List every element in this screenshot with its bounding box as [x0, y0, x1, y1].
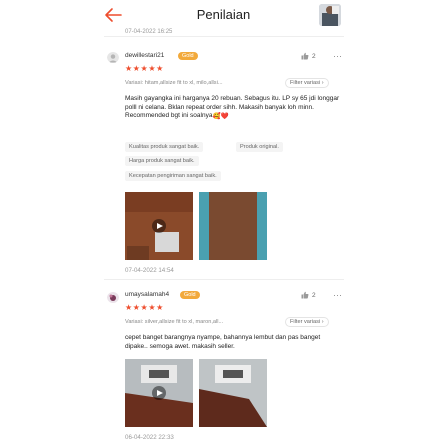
review-text-content: Masih gayangka ini harganya 20 rebuan. S… — [125, 95, 340, 120]
review-tag: Produk original. — [236, 142, 283, 152]
app-header: Penilaian — [0, 0, 447, 30]
more-options-icon[interactable]: ··· — [333, 52, 342, 61]
page-title: Penilaian — [196, 7, 251, 22]
avatar — [107, 291, 119, 303]
emoji: 🥰❤️ — [212, 113, 229, 121]
reviewer-username: dewillestari21 — [125, 52, 165, 59]
more-options-icon[interactable]: ··· — [333, 291, 342, 300]
divider — [104, 36, 344, 37]
star-rating: ★★★★★ — [125, 64, 164, 73]
previous-review-date: 07-04-2022 16:25 — [125, 29, 173, 35]
play-icon — [152, 386, 166, 400]
like-button[interactable]: 2 — [301, 291, 316, 299]
filter-variant-label: Filter variasi — [290, 319, 321, 325]
review-text: cepet banget barangnya nyampe, bahannya … — [125, 334, 321, 350]
avatar — [107, 51, 119, 63]
filter-variant-button[interactable]: Filter variasi › — [285, 317, 329, 327]
review-date: 06-04-2022 22:33 — [125, 434, 174, 441]
review-date: 07-04-2022 14:54 — [125, 267, 174, 274]
divider — [104, 279, 344, 280]
review-card: umaysalamah4 Gold 2 ··· ★★★★★ Variasi: s… — [104, 283, 344, 447]
like-count: 2 — [312, 52, 316, 60]
filter-variant-label: Filter variasi — [290, 80, 321, 86]
star-rating: ★★★★★ — [125, 303, 164, 312]
review-video-thumbnail[interactable] — [125, 192, 193, 260]
variant-text: Variasi: hitam,allsize fit to xl, milo,a… — [125, 80, 223, 86]
like-button[interactable]: 2 — [301, 52, 316, 60]
review-text: Masih gayangka ini harganya 20 rebuan. S… — [125, 95, 340, 122]
review-photo[interactable] — [199, 192, 267, 260]
chevron-right-icon: › — [321, 80, 324, 86]
filter-variant-button[interactable]: Filter variasi › — [285, 78, 329, 88]
thumbs-up-icon — [301, 291, 309, 299]
review-tag: Kualitas produk sangat baik. — [125, 142, 204, 152]
status-badge: Gold — [180, 291, 200, 299]
variant-text: Variasi: silver,allsize fit to xl, maron… — [125, 319, 224, 325]
review-photo[interactable] — [199, 359, 267, 427]
review-card: dewillestari21 Gold 2 ··· ★★★★★ Variasi:… — [104, 40, 344, 276]
review-tag: Kecepatan pengiriman sangat baik. — [125, 171, 221, 181]
review-video-thumbnail[interactable] — [125, 359, 193, 427]
play-icon — [152, 219, 166, 233]
like-count: 2 — [312, 291, 316, 299]
product-thumbnail[interactable] — [319, 4, 341, 26]
status-badge: Gold — [178, 52, 198, 60]
thumbs-up-icon — [301, 52, 309, 60]
review-tag: Harga produk sangat baik. — [125, 156, 199, 166]
reviewer-username: umaysalamah4 — [125, 291, 170, 298]
chevron-right-icon: › — [321, 319, 324, 325]
